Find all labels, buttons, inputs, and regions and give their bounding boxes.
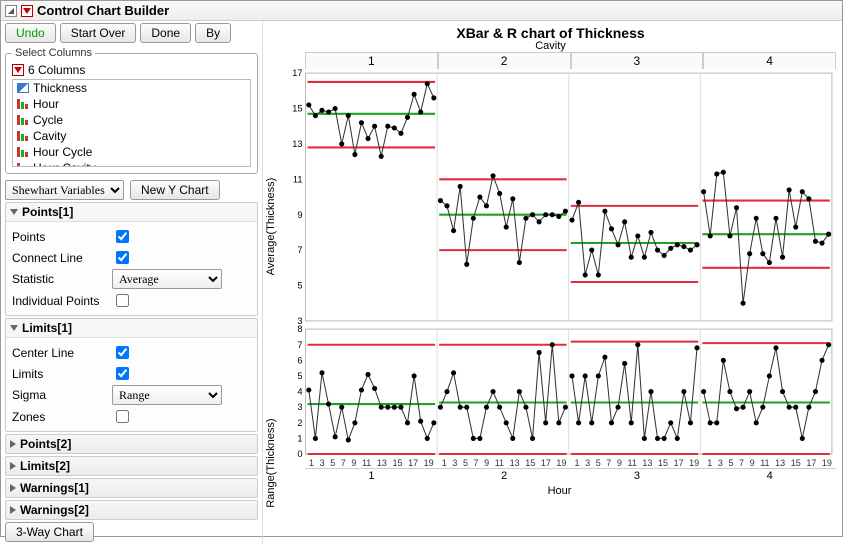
panel-limits1-header[interactable]: Limits[1] xyxy=(6,319,257,337)
panel-points1: Points[1] Points Connect Line StatisticA… xyxy=(5,202,258,316)
points-checkbox[interactable] xyxy=(116,230,129,243)
column-item[interactable]: Cavity xyxy=(13,128,250,144)
svg-text:1: 1 xyxy=(297,434,302,444)
column-item[interactable]: Thickness xyxy=(13,80,250,96)
panel-points2-header[interactable]: Points[2] xyxy=(6,435,257,453)
xbar-chart[interactable]: 3 5 7 9 11 13 15 17 xyxy=(283,69,836,325)
x-ticks: 1357911131517191357911131517191357911131… xyxy=(305,458,836,468)
panel-limits2-header[interactable]: Limits[2] xyxy=(6,457,257,475)
svg-text:5: 5 xyxy=(297,371,302,381)
svg-text:15: 15 xyxy=(292,104,302,114)
nominal-icon xyxy=(17,147,29,157)
new-y-chart-button[interactable]: New Y Chart xyxy=(130,180,220,200)
nominal-icon xyxy=(17,163,29,167)
connectline-checkbox[interactable] xyxy=(116,251,129,264)
individualpoints-checkbox[interactable] xyxy=(116,294,129,307)
chart-type-combo[interactable]: Shewhart Variables xyxy=(5,180,124,200)
undo-button[interactable]: Undo xyxy=(5,23,56,43)
select-columns-group: Select Columns 6 Columns ThicknessHourCy… xyxy=(5,47,258,174)
centerline-checkbox[interactable] xyxy=(116,346,129,359)
disclosure-down-icon xyxy=(10,209,18,215)
disclosure-right-icon xyxy=(10,440,16,448)
done-button[interactable]: Done xyxy=(140,23,191,43)
column-item[interactable]: Hour Cavity xyxy=(13,160,250,167)
panel-limits1: Limits[1] Center Line Limits SigmaRange … xyxy=(5,318,258,432)
svg-text:9: 9 xyxy=(297,210,302,220)
svg-text:0: 0 xyxy=(297,449,302,458)
columns-list[interactable]: ThicknessHourCycleCavityHour CycleHour C… xyxy=(12,79,251,167)
menu-icon[interactable] xyxy=(21,5,33,17)
statistic-combo[interactable]: Average xyxy=(112,269,222,289)
panel-points1-header[interactable]: Points[1] xyxy=(6,203,257,221)
window-title: Control Chart Builder xyxy=(37,3,169,18)
y-axis-label-bottom: Range(Thickness) xyxy=(265,384,283,542)
x-axis-label: Hour xyxy=(283,485,836,497)
disclosure-right-icon xyxy=(10,462,16,470)
columns-count: 6 Columns xyxy=(28,63,85,77)
panel-warnings1: Warnings[1] xyxy=(5,478,258,498)
panel-limits2: Limits[2] xyxy=(5,456,258,476)
svg-text:11: 11 xyxy=(293,174,303,184)
svg-text:7: 7 xyxy=(297,340,302,350)
column-item[interactable]: Hour xyxy=(13,96,250,112)
range-chart[interactable]: 0 1 2 3 4 5 6 7 8 xyxy=(283,325,836,458)
svg-text:2: 2 xyxy=(297,418,302,428)
disclosure-right-icon xyxy=(10,484,16,492)
panel-points2: Points[2] xyxy=(5,434,258,454)
svg-text:13: 13 xyxy=(292,139,302,149)
y-axis-label-top: Average(Thickness) xyxy=(265,69,283,384)
column-item[interactable]: Cycle xyxy=(13,112,250,128)
phase-axis-label: Cavity xyxy=(265,40,836,52)
sigma-combo[interactable]: Range xyxy=(112,385,222,405)
panel-warnings2: Warnings[2] xyxy=(5,500,258,520)
continuous-icon xyxy=(17,83,29,93)
disclosure-icon[interactable]: ◢ xyxy=(5,5,17,17)
by-button[interactable]: By xyxy=(195,23,231,43)
disclosure-down-icon xyxy=(10,325,18,331)
limits-checkbox[interactable] xyxy=(116,367,129,380)
disclosure-right-icon xyxy=(10,506,16,514)
svg-text:3: 3 xyxy=(297,402,302,412)
three-way-chart-button[interactable]: 3-Way Chart xyxy=(5,522,94,542)
svg-text:7: 7 xyxy=(297,245,302,255)
phase-header: 1234 xyxy=(305,52,836,69)
startover-button[interactable]: Start Over xyxy=(60,23,137,43)
chart-title: XBar & R chart of Thickness xyxy=(265,25,836,41)
columns-menu-icon[interactable] xyxy=(12,64,24,76)
panel-warnings1-header[interactable]: Warnings[1] xyxy=(6,479,257,497)
svg-text:4: 4 xyxy=(297,387,302,397)
svg-text:17: 17 xyxy=(292,69,302,78)
column-item[interactable]: Hour Cycle xyxy=(13,144,250,160)
nominal-icon xyxy=(17,115,29,125)
svg-text:6: 6 xyxy=(297,355,302,365)
select-columns-label: Select Columns xyxy=(12,47,95,59)
svg-text:5: 5 xyxy=(297,281,302,291)
nominal-icon xyxy=(17,99,29,109)
nominal-icon xyxy=(17,131,29,141)
sidebar: Undo Start Over Done By Select Columns 6… xyxy=(1,21,263,544)
panel-warnings2-header[interactable]: Warnings[2] xyxy=(6,501,257,519)
svg-text:3: 3 xyxy=(297,316,302,325)
phase-footer: 1234 xyxy=(305,468,836,483)
zones-checkbox[interactable] xyxy=(116,410,129,423)
svg-text:8: 8 xyxy=(297,325,302,334)
chart-area: XBar & R chart of Thickness Cavity 1234 … xyxy=(263,21,842,544)
